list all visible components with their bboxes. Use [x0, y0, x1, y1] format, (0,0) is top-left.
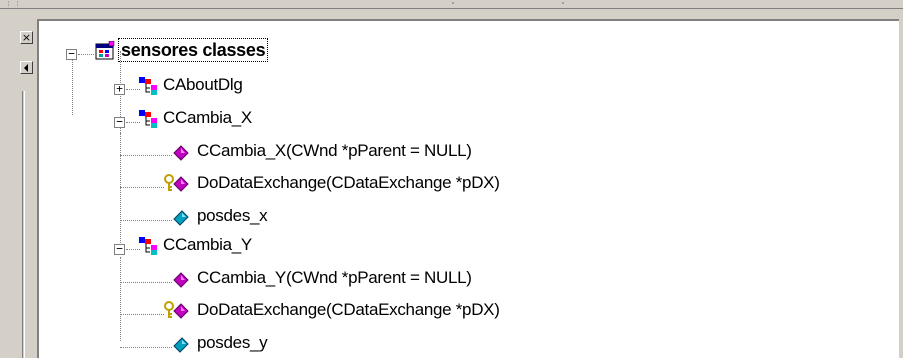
- class-icon: [139, 237, 157, 255]
- tree-connector: [120, 220, 172, 221]
- tree-member-label[interactable]: DoDataExchange(CDataExchange *pDX): [197, 172, 500, 194]
- collapse-icon[interactable]: −: [114, 243, 125, 255]
- tree-root-row[interactable]: − sensores classes: [39, 38, 439, 71]
- dock-bar: ×: [0, 9, 34, 358]
- expand-icon[interactable]: +: [114, 83, 125, 95]
- separator-dot: [562, 2, 564, 4]
- tree-member-label[interactable]: DoDataExchange(CDataExchange *pDX): [197, 299, 500, 321]
- tree-member-label[interactable]: CCambia_Y(CWnd *pParent = NULL): [197, 267, 472, 289]
- restore-button[interactable]: [20, 61, 33, 74]
- tree-class-label[interactable]: CCambia_Y: [163, 234, 252, 256]
- tree-class-row[interactable]: − CCambia_Y: [39, 233, 439, 265]
- toolbar-grip[interactable]: ⋮⋮: [4, 1, 22, 10]
- tree-class-row[interactable]: − CCambia_X: [39, 106, 439, 138]
- tree-member-row[interactable]: CCambia_Y(CWnd *pParent = NULL): [39, 266, 639, 298]
- tree-root-label[interactable]: sensores classes: [118, 38, 269, 62]
- tree-connector: [120, 187, 164, 188]
- class-view-panel: − sensores classes + CAboutDlg − CCambia…: [37, 19, 899, 358]
- tree-class-row[interactable]: + CAboutDlg: [39, 73, 439, 105]
- collapse-icon[interactable]: −: [66, 48, 77, 60]
- tree-member-label[interactable]: posdes_x: [197, 205, 268, 227]
- tree-member-row[interactable]: DoDataExchange(CDataExchange *pDX): [39, 171, 639, 203]
- tree-member-row[interactable]: posdes_x: [39, 204, 639, 236]
- dock-gripper[interactable]: [22, 91, 25, 358]
- tree-connector: [78, 54, 94, 55]
- class-icon: [139, 77, 157, 95]
- tree-member-row[interactable]: DoDataExchange(CDataExchange *pDX): [39, 298, 639, 330]
- public-method-icon: [173, 272, 189, 288]
- class-icon: [139, 110, 157, 128]
- collapse-icon[interactable]: −: [114, 116, 125, 128]
- tree-member-label[interactable]: posdes_y: [197, 332, 268, 354]
- tree-connector: [120, 314, 164, 315]
- public-method-icon: [173, 145, 189, 161]
- tree-member-label[interactable]: CCambia_X(CWnd *pParent = NULL): [197, 140, 472, 162]
- tree-connector: [120, 347, 172, 348]
- close-button[interactable]: ×: [20, 31, 33, 44]
- member-variable-icon: [173, 210, 189, 226]
- tree-class-label[interactable]: CAboutDlg: [163, 74, 243, 96]
- classes-folder-icon: [95, 41, 115, 60]
- protected-method-icon: [164, 174, 189, 192]
- tree-connector: [120, 282, 172, 283]
- tree-class-label[interactable]: CCambia_X: [163, 107, 252, 129]
- close-icon: ×: [21, 31, 32, 44]
- tree-connector: [120, 155, 172, 156]
- tree-member-row[interactable]: posdes_y: [39, 331, 639, 358]
- tree-member-row[interactable]: CCambia_X(CWnd *pParent = NULL): [39, 139, 639, 171]
- top-toolbar-strip: ⋮⋮: [0, 0, 903, 10]
- protected-method-icon: [164, 301, 189, 319]
- member-variable-icon: [173, 337, 189, 353]
- separator-dot: [452, 2, 454, 4]
